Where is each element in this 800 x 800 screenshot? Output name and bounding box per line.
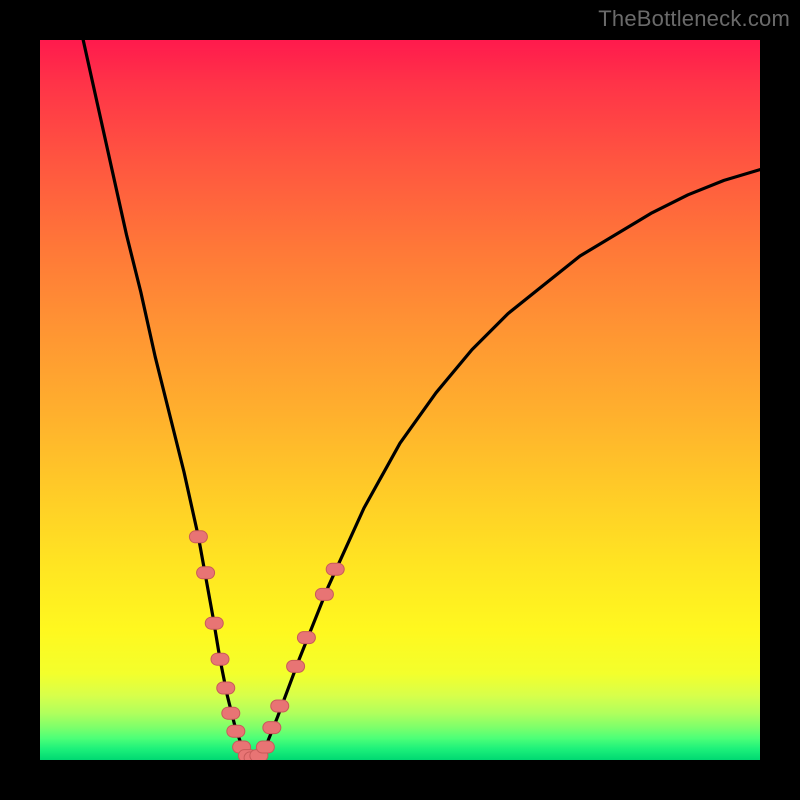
data-point — [263, 722, 281, 734]
data-point — [326, 563, 344, 575]
bottleneck-curve — [83, 40, 760, 758]
data-point — [222, 707, 240, 719]
data-point — [211, 653, 229, 665]
data-point — [189, 531, 207, 543]
data-point — [197, 567, 215, 579]
data-point-markers — [189, 531, 344, 760]
data-point — [256, 741, 274, 753]
data-point — [297, 632, 315, 644]
plot-area — [40, 40, 760, 760]
curve-svg — [40, 40, 760, 760]
data-point — [217, 682, 235, 694]
chart-frame: TheBottleneck.com — [0, 0, 800, 800]
watermark-text: TheBottleneck.com — [598, 6, 790, 32]
data-point — [227, 725, 245, 737]
data-point — [205, 617, 223, 629]
data-point — [271, 700, 289, 712]
data-point — [287, 660, 305, 672]
data-point — [315, 588, 333, 600]
